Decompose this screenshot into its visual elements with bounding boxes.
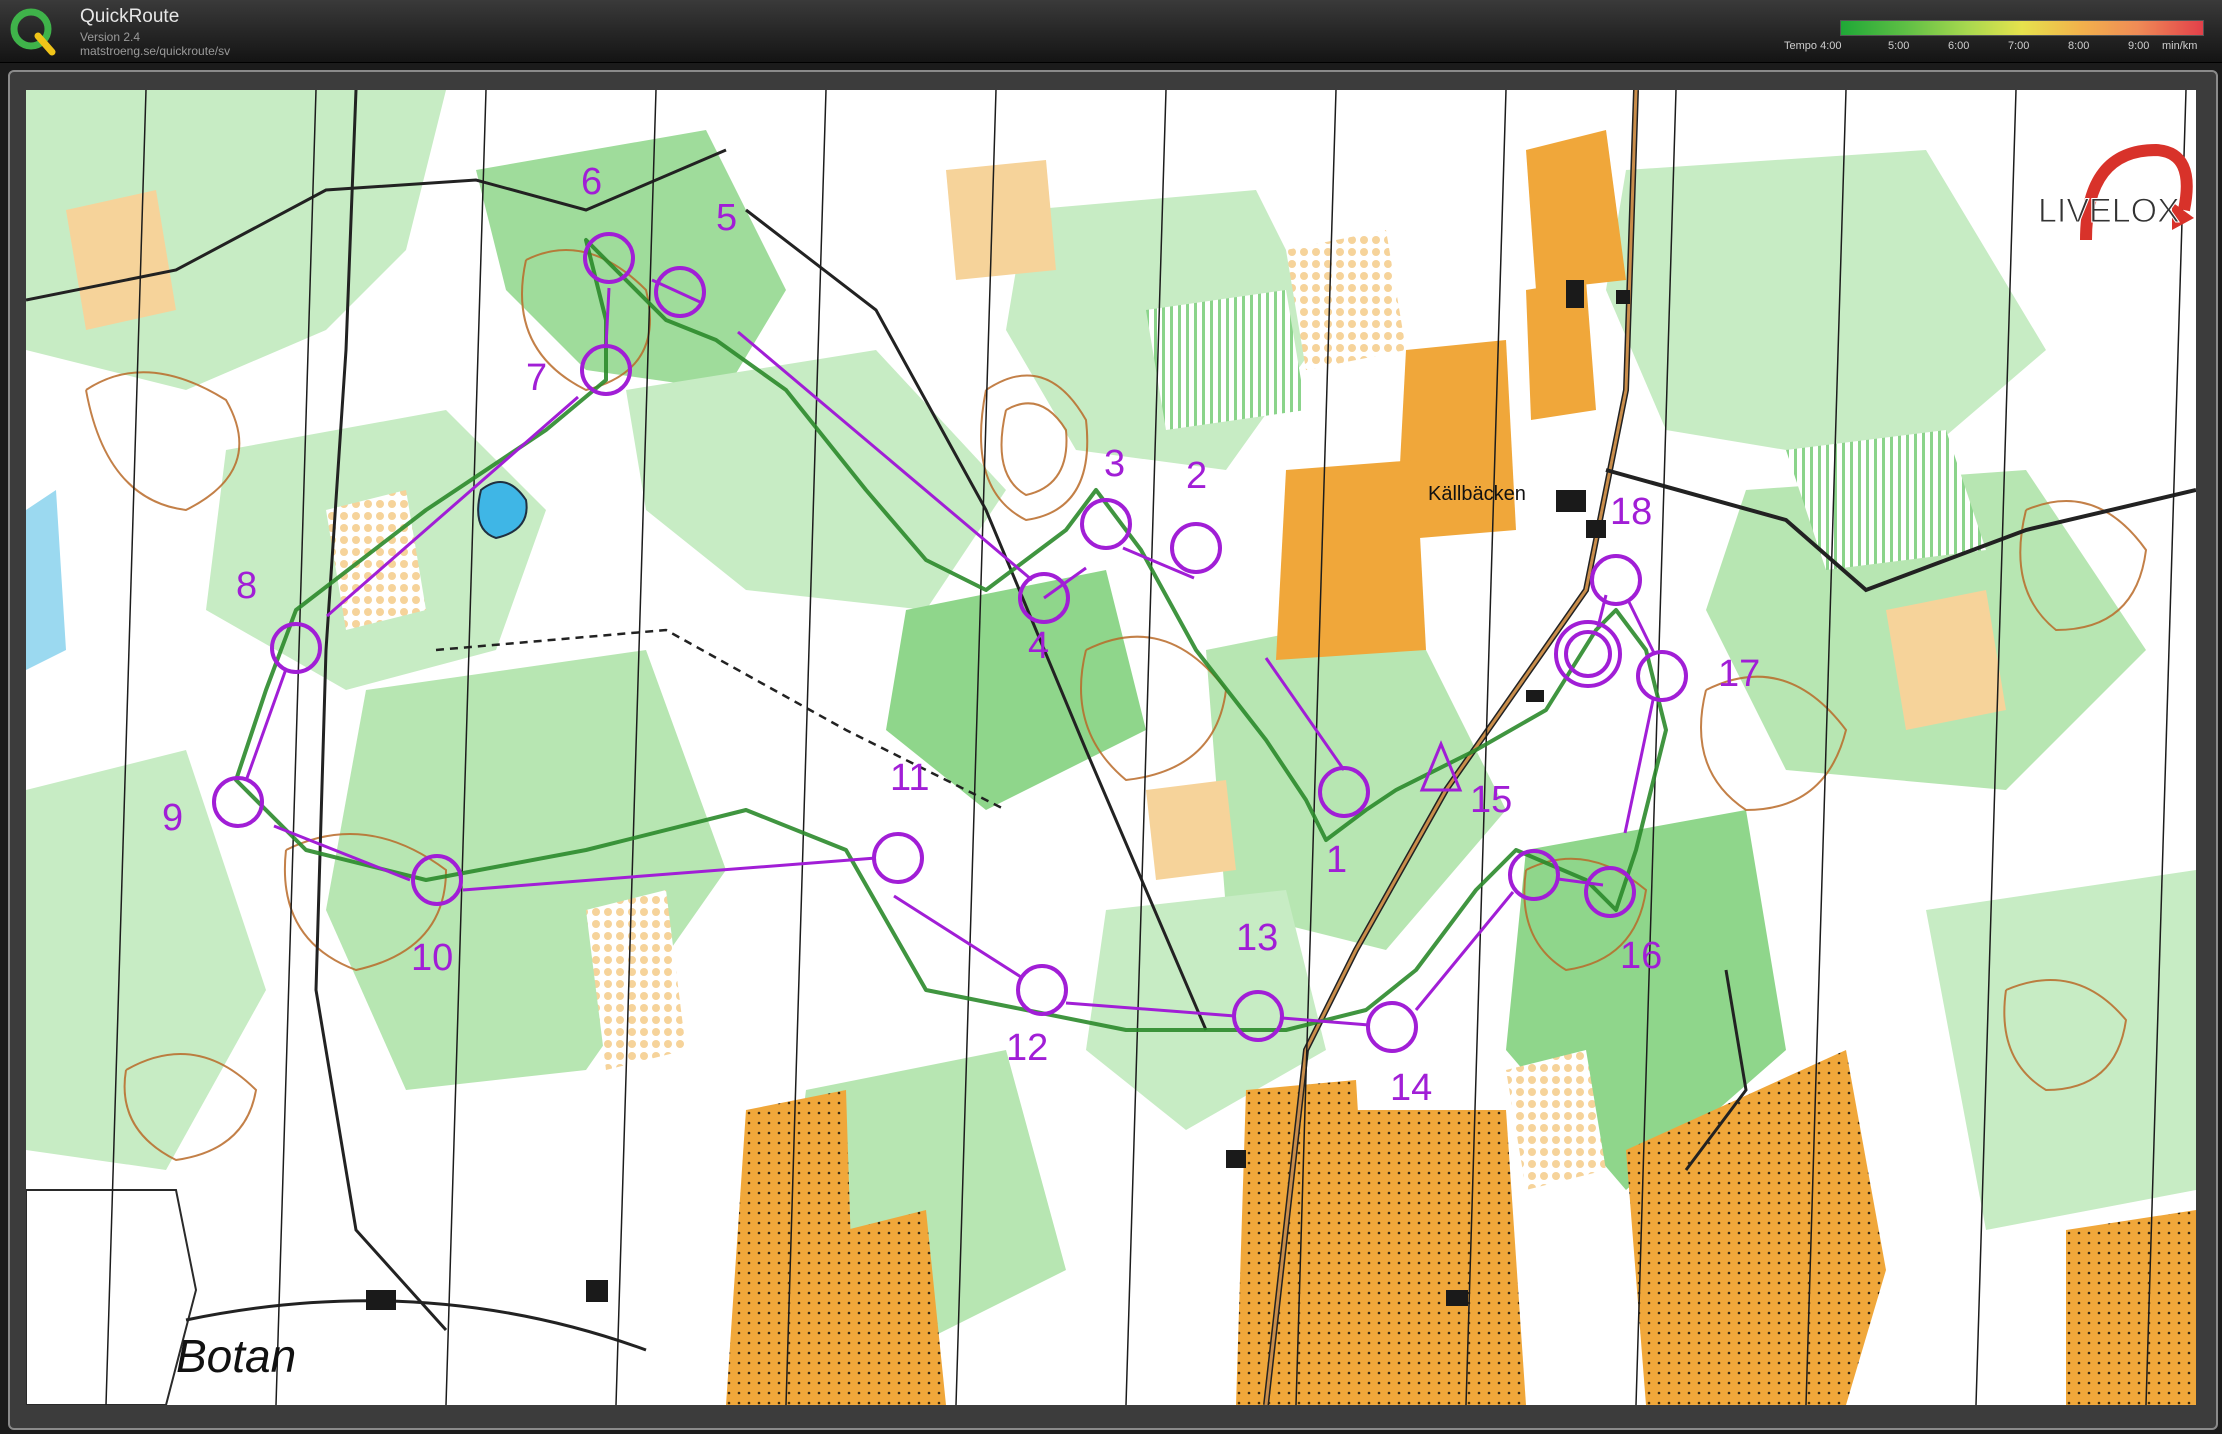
control-number: 14: [1390, 1067, 1432, 1109]
control-number: 6: [581, 161, 602, 203]
control-number: 3: [1104, 443, 1125, 485]
control-number: 2: [1186, 455, 1207, 497]
tempo-tick: 6:00: [1948, 40, 1970, 52]
place-name-village: Källbäcken: [1428, 483, 1526, 505]
control-number: 18: [1610, 491, 1652, 533]
control-number: 11: [890, 757, 929, 799]
control-number: 8: [236, 565, 257, 607]
control-number: 10: [411, 937, 453, 979]
control-number: 17: [1718, 653, 1760, 695]
app-url[interactable]: matstroeng.se/quickroute/sv: [80, 44, 230, 58]
map-canvas[interactable]: 1 2 3 4 5 6 7 8 9 10 11 12 13 14 15 16 1…: [26, 90, 2196, 1405]
tempo-tick: 9:00: [2128, 40, 2150, 52]
tempo-gradient-bar: [1840, 20, 2204, 36]
tempo-tick: 8:00: [2068, 40, 2090, 52]
control-number: 12: [1006, 1027, 1048, 1069]
tempo-tick: 7:00: [2008, 40, 2030, 52]
app-title: QuickRoute: [80, 6, 180, 27]
tempo-tick: 5:00: [1888, 40, 1910, 52]
tempo-label: Tempo 4:00: [1784, 40, 1842, 52]
app-version: Version 2.4: [80, 30, 141, 44]
control-number: 15: [1470, 779, 1512, 821]
control-number: 16: [1620, 935, 1662, 977]
control-number: 1: [1326, 839, 1347, 881]
livelox-wordmark: LIVELOX: [2038, 192, 2180, 230]
orienteering-map[interactable]: 1 2 3 4 5 6 7 8 9 10 11 12 13 14 15 16 1…: [26, 90, 2196, 1405]
title-bar: QuickRoute Version 2.4 matstroeng.se/qui…: [0, 0, 2222, 63]
place-name-lake: Botan: [176, 1330, 296, 1382]
control-number: 9: [162, 797, 183, 839]
quickroute-logo-icon: [10, 8, 56, 56]
control-number: 7: [526, 357, 547, 399]
tempo-unit: min/km: [2162, 40, 2198, 52]
control-number: 5: [716, 197, 737, 239]
control-number: 13: [1236, 917, 1278, 959]
control-number: 4: [1028, 625, 1049, 667]
